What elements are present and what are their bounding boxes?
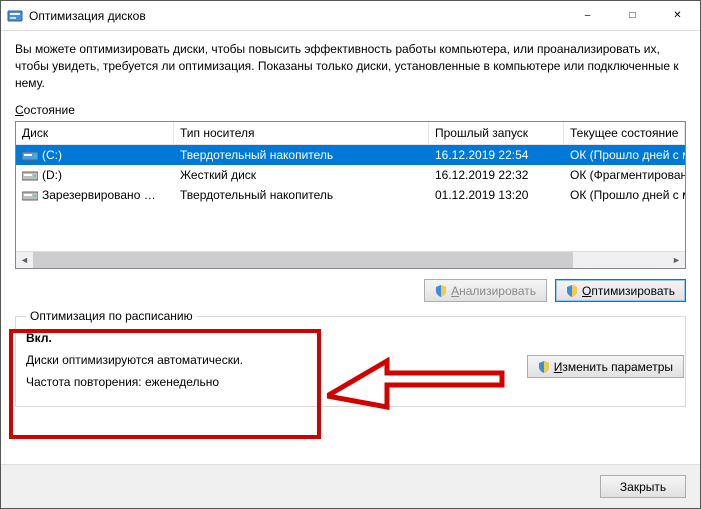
current-state[interactable]: ОК (Фрагментировано: 0%) bbox=[564, 165, 685, 185]
media-type[interactable]: Твердотельный накопитель bbox=[174, 185, 429, 205]
scroll-right-icon[interactable]: ► bbox=[668, 252, 685, 268]
column-header[interactable]: Прошлый запуск bbox=[429, 122, 564, 145]
column-header[interactable]: Тип носителя bbox=[174, 122, 429, 145]
analyze-label: Анализировать bbox=[451, 284, 536, 298]
media-type[interactable]: Твердотельный накопитель bbox=[174, 145, 429, 165]
window-title: Оптимизация дисков bbox=[29, 9, 565, 23]
shield-icon bbox=[538, 361, 550, 373]
minimize-button[interactable]: – bbox=[565, 1, 610, 30]
last-run[interactable]: 16.12.2019 22:32 bbox=[429, 165, 564, 185]
column-header[interactable]: Текущее состояние bbox=[564, 122, 685, 145]
intro-text: Вы можете оптимизировать диски, чтобы по… bbox=[15, 41, 686, 91]
current-state[interactable]: ОК (Прошло дней с момента последней… bbox=[564, 185, 685, 205]
last-run[interactable]: 01.12.2019 13:20 bbox=[429, 185, 564, 205]
change-settings-label: Изменить параметры bbox=[554, 360, 673, 374]
close-window-button[interactable]: ✕ bbox=[655, 1, 700, 30]
drive-name: Зарезервировано … bbox=[42, 188, 156, 202]
close-button[interactable]: Закрыть bbox=[600, 475, 686, 498]
drive-cell[interactable]: (D:) bbox=[16, 165, 174, 185]
current-state[interactable]: ОК (Прошло дней с момента последней… bbox=[564, 145, 685, 165]
titlebar: Оптимизация дисков – □ ✕ bbox=[1, 1, 700, 31]
drive-name: (C:) bbox=[42, 148, 62, 162]
drive-primary-icon bbox=[22, 149, 38, 161]
media-type[interactable]: Жесткий диск bbox=[174, 165, 429, 185]
scroll-thumb[interactable] bbox=[33, 252, 573, 268]
close-label: Закрыть bbox=[620, 480, 666, 494]
drive-icon bbox=[22, 169, 38, 181]
last-run[interactable]: 16.12.2019 22:54 bbox=[429, 145, 564, 165]
schedule-legend: Оптимизация по расписанию bbox=[26, 309, 197, 323]
analyze-button[interactable]: Анализировать bbox=[424, 279, 547, 302]
optimize-button[interactable]: Оптимизировать bbox=[555, 279, 686, 302]
shield-icon bbox=[435, 285, 447, 297]
maximize-button[interactable]: □ bbox=[610, 1, 655, 30]
drives-table[interactable]: ДискТип носителяПрошлый запускТекущее со… bbox=[15, 121, 686, 269]
scroll-left-icon[interactable]: ◄ bbox=[16, 252, 33, 268]
horizontal-scrollbar[interactable]: ◄ ► bbox=[16, 251, 685, 268]
column-header[interactable]: Диск bbox=[16, 122, 174, 145]
status-section-label: Состояние bbox=[15, 103, 686, 117]
dialog-footer: Закрыть bbox=[1, 464, 700, 508]
schedule-enabled: Вкл. bbox=[26, 331, 675, 347]
drive-icon bbox=[22, 189, 38, 201]
drive-cell[interactable]: Зарезервировано … bbox=[16, 185, 174, 205]
change-settings-button[interactable]: Изменить параметры bbox=[527, 355, 684, 378]
drive-name: (D:) bbox=[42, 168, 62, 182]
app-icon bbox=[7, 8, 23, 24]
shield-icon bbox=[566, 285, 578, 297]
drive-cell[interactable]: (C:) bbox=[16, 145, 174, 165]
optimize-label: Оптимизировать bbox=[582, 284, 675, 298]
